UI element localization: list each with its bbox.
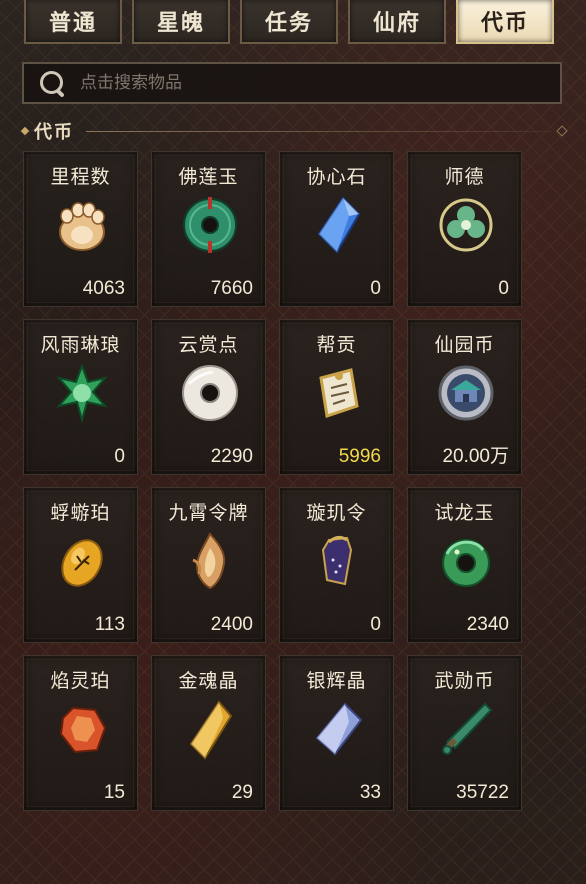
item-count: 2340 (466, 614, 509, 635)
flame-token-icon (192, 532, 226, 590)
item-name: 九霄令牌 (168, 502, 249, 524)
item-count: 2400 (210, 614, 253, 635)
item-card[interactable]: 试龙玉 2340 (407, 487, 522, 643)
item-count: 15 (103, 782, 125, 803)
item-name: 金魂晶 (178, 670, 239, 692)
section-header: 代币 (20, 118, 568, 144)
item-name: 焰灵珀 (50, 670, 111, 692)
white-jade-ring-icon (182, 365, 238, 421)
green-flower-gem-icon (56, 363, 108, 424)
item-name: 试龙玉 (434, 502, 495, 524)
item-name: 风雨琳琅 (40, 334, 121, 356)
item-count: 113 (94, 614, 125, 635)
tab-star-soul[interactable]: 星魄 (132, 0, 230, 44)
token-grid: 里程数 4063 佛莲玉 7660 协心石 0 师德 0 风雨琳琅 0 云赏点 … (23, 151, 522, 811)
paw-icon (59, 202, 105, 251)
item-name: 云赏点 (178, 334, 239, 356)
category-tabs: 普通 星魄 任务 仙府 代币 (24, 0, 560, 46)
item-card[interactable]: 焰灵珀 15 (23, 655, 138, 811)
search-bar[interactable] (22, 62, 562, 104)
pavilion-coin-icon (438, 365, 494, 421)
item-card[interactable]: 仙园币 20.00万 (407, 319, 522, 475)
amber-insect-icon (61, 539, 103, 587)
item-card[interactable]: 协心石 0 (279, 151, 394, 307)
item-card[interactable]: 九霄令牌 2400 (151, 487, 266, 643)
item-card[interactable]: 云赏点 2290 (151, 319, 266, 475)
item-count: 0 (370, 278, 381, 299)
item-card[interactable]: 里程数 4063 (23, 151, 138, 307)
item-card[interactable]: 蜉蝣珀 113 (23, 487, 138, 643)
item-count: 33 (359, 782, 381, 803)
item-card[interactable]: 帮贡 5996 (279, 319, 394, 475)
purple-pouch-icon (321, 535, 353, 586)
search-icon (38, 69, 66, 98)
item-name: 蜉蝣珀 (50, 502, 111, 524)
item-name: 佛莲玉 (178, 166, 239, 188)
item-count: 0 (370, 614, 381, 635)
diamond-outline-icon (556, 125, 568, 137)
item-card[interactable]: 风雨琳琅 0 (23, 319, 138, 475)
item-name: 帮贡 (316, 334, 357, 356)
item-name: 银辉晶 (306, 670, 367, 692)
search-input[interactable] (78, 72, 560, 94)
item-card[interactable]: 师德 0 (407, 151, 522, 307)
item-card[interactable]: 金魂晶 29 (151, 655, 266, 811)
diamond-icon (20, 126, 30, 136)
section-divider (86, 130, 552, 132)
item-count: 5996 (338, 446, 381, 467)
item-card[interactable]: 璇玑令 0 (279, 487, 394, 643)
silver-crystal-icon (315, 702, 363, 756)
item-count: 0 (498, 278, 509, 299)
jade-disc-icon (183, 197, 237, 253)
blue-crystal-icon (317, 196, 361, 254)
tab-tokens[interactable]: 代币 (456, 0, 554, 44)
item-name: 仙园币 (434, 334, 495, 356)
item-name: 师德 (444, 166, 485, 188)
tab-fairy-mansion[interactable]: 仙府 (348, 0, 446, 44)
item-card[interactable]: 银辉晶 33 (279, 655, 394, 811)
gold-crystal-icon (189, 700, 233, 760)
item-name: 协心石 (306, 166, 367, 188)
item-count: 35722 (456, 782, 509, 803)
item-name: 里程数 (50, 166, 111, 188)
item-count: 2290 (210, 446, 253, 467)
dragon-jade-icon (442, 539, 490, 587)
item-card[interactable]: 武勋币 35722 (407, 655, 522, 811)
scroll-badge-icon (319, 368, 359, 418)
item-name: 武勋币 (434, 670, 495, 692)
green-blade-icon (442, 702, 493, 755)
section-title: 代币 (34, 122, 74, 143)
fire-amber-icon (59, 706, 107, 754)
item-count: 20.00万 (442, 446, 509, 467)
tab-normal[interactable]: 普通 (24, 0, 122, 44)
clover-emblem-icon (439, 198, 493, 252)
item-count: 29 (231, 782, 253, 803)
item-count: 0 (114, 446, 125, 467)
item-count: 7660 (210, 278, 253, 299)
tab-quest[interactable]: 任务 (240, 0, 338, 44)
item-count: 4063 (82, 278, 125, 299)
item-card[interactable]: 佛莲玉 7660 (151, 151, 266, 307)
item-name: 璇玑令 (306, 502, 367, 524)
